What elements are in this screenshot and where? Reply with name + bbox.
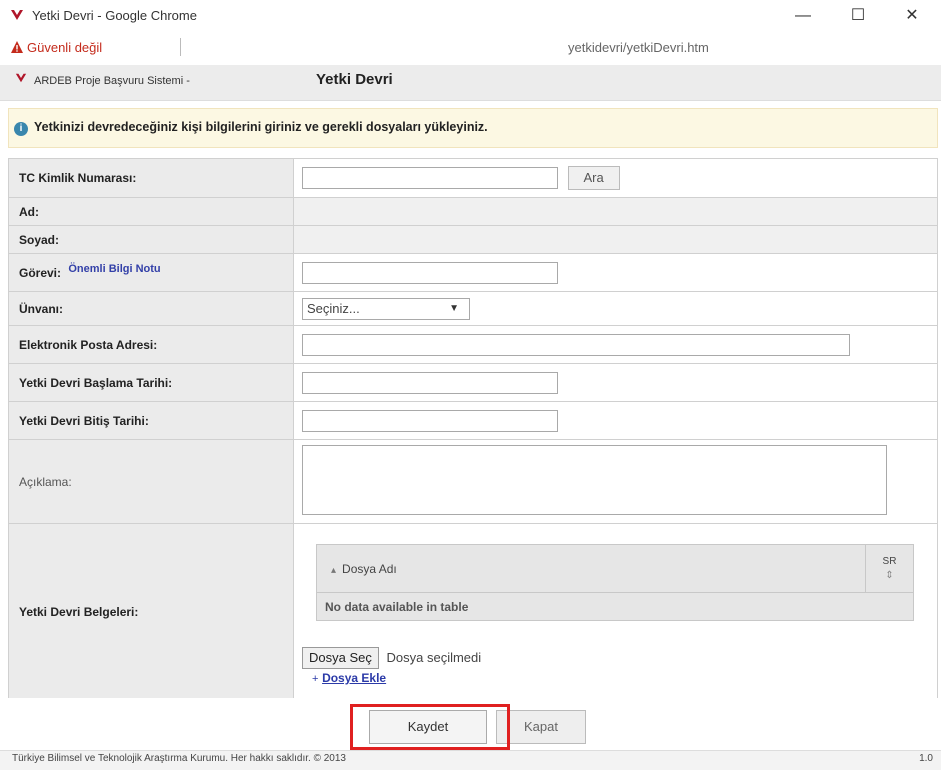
files-table: ▴ Dosya Adı SR ⇕ No data available in tabl… — [316, 544, 914, 621]
gorev-label: Görevi: — [19, 265, 62, 280]
security-status[interactable]: Güvenli değil — [27, 40, 102, 55]
email-input[interactable] — [302, 333, 850, 356]
description-textarea[interactable] — [302, 445, 887, 515]
soyad-value — [293, 225, 938, 254]
ad-value — [293, 197, 938, 226]
soyad-label: Soyad: — [8, 225, 294, 254]
minimize-button[interactable]: — — [788, 4, 818, 28]
documents-label: Yetki Devri Belgeleri: — [8, 523, 294, 700]
ad-label: Ad: — [8, 197, 294, 226]
app-name: ARDEB Proje Başvuru Sistemi - — [34, 75, 190, 87]
end-date-input[interactable] — [302, 409, 558, 432]
url-text[interactable]: yetkidevri/yetkiDevri.htm — [568, 40, 709, 55]
files-header-sr[interactable]: SR ⇕ — [865, 544, 914, 593]
file-status: Dosya seçilmedi — [386, 650, 482, 665]
tubitak-logo-icon — [11, 10, 23, 20]
choose-file-button[interactable]: Dosya Seç — [302, 647, 379, 669]
maximize-button[interactable]: ☐ — [843, 4, 873, 28]
close-window-button[interactable]: ✕ — [897, 4, 927, 28]
sort-icon: ⇕ — [885, 569, 894, 581]
search-button[interactable]: Ara — [567, 166, 620, 190]
page-title: Yetki Devri — [316, 71, 393, 88]
start-date-label: Yetki Devri Başlama Tarihi: — [8, 363, 294, 402]
empty-row: No data available in table — [316, 592, 914, 621]
window-title: Yetki Devri - Google Chrome — [32, 8, 197, 23]
info-message: Yetkinizi devredeceğiniz kişi bilgilerin… — [34, 120, 488, 134]
sort-asc-icon: ▴ — [331, 564, 337, 576]
gorev-cell: Görevi: Önemli Bilgi Notu — [8, 253, 294, 292]
end-date-label: Yetki Devri Bitiş Tarihi: — [8, 401, 294, 440]
tc-input[interactable] — [302, 166, 558, 189]
dropdown-arrow-icon: ▼ — [449, 302, 459, 314]
start-date-input[interactable] — [302, 371, 558, 394]
tc-label: TC Kimlik Numarası: — [8, 158, 294, 198]
app-logo-icon — [15, 73, 27, 83]
description-label: Açıklama: — [8, 439, 294, 524]
address-divider — [180, 38, 181, 56]
transfer-form: TC Kimlik Numarası: Ara Ad: Soyad: Görev… — [8, 158, 938, 700]
email-label: Elektronik Posta Adresi: — [8, 325, 294, 364]
highlight-box — [350, 704, 510, 750]
gorev-input[interactable] — [302, 261, 558, 284]
files-header-name[interactable]: ▴ Dosya Adı — [316, 544, 866, 593]
unvan-label: Ünvanı: — [8, 291, 294, 326]
add-file-link[interactable]: Dosya Ekle — [322, 671, 386, 685]
important-note-link[interactable]: Önemli Bilgi Notu — [68, 263, 160, 275]
info-icon: i — [14, 122, 28, 136]
unvan-select[interactable]: Seçiniz... ▼ — [302, 297, 470, 320]
add-icon: + — [312, 673, 319, 685]
copyright-text: Türkiye Bilimsel ve Teknolojik Araştırma… — [12, 753, 346, 764]
unvan-selected-value: Seçiniz... — [307, 300, 360, 316]
address-bar[interactable] — [0, 32, 941, 62]
warning-icon — [11, 41, 23, 53]
version-text: 1.0 — [919, 753, 933, 764]
